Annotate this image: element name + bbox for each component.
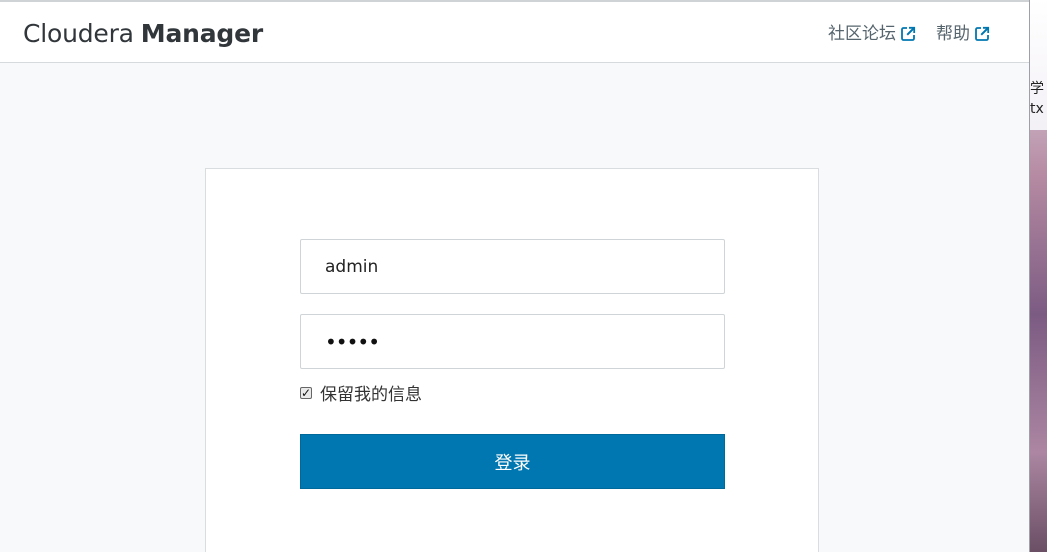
community-forum-label: 社区论坛: [828, 24, 896, 44]
remember-me-label: 保留我的信息: [320, 385, 422, 405]
external-link-icon: [901, 26, 916, 41]
desktop-background-strip: 学 tx: [1029, 0, 1047, 552]
login-button[interactable]: 登录: [300, 434, 725, 489]
cloudera-manager-logo: Cloudera Manager: [23, 19, 263, 49]
community-forum-link[interactable]: 社区论坛: [828, 23, 917, 45]
brand-prefix: Cloudera: [23, 19, 134, 48]
external-link-icon: [975, 26, 990, 41]
desktop-file-label: 学 tx: [1030, 79, 1044, 119]
password-input[interactable]: •••••: [300, 314, 725, 369]
desktop-file-label-line-2: tx: [1030, 101, 1044, 117]
header-links: 社区论坛 帮助: [828, 23, 991, 45]
help-label: 帮助: [936, 24, 970, 44]
help-link[interactable]: 帮助: [936, 23, 991, 45]
top-navigation: Cloudera Manager 社区论坛 帮助: [0, 2, 1029, 63]
browser-content: Cloudera Manager 社区论坛 帮助 admin ••••• ✓ 保…: [0, 0, 1029, 552]
login-panel: admin ••••• ✓ 保留我的信息 登录: [205, 168, 819, 552]
brand-suffix: Manager: [140, 19, 263, 48]
remember-me-checkbox[interactable]: ✓: [300, 386, 312, 400]
username-input[interactable]: admin: [300, 239, 725, 294]
desktop-file-label-line-1: 学: [1030, 81, 1044, 97]
remember-me-option[interactable]: ✓ 保留我的信息: [300, 380, 422, 405]
